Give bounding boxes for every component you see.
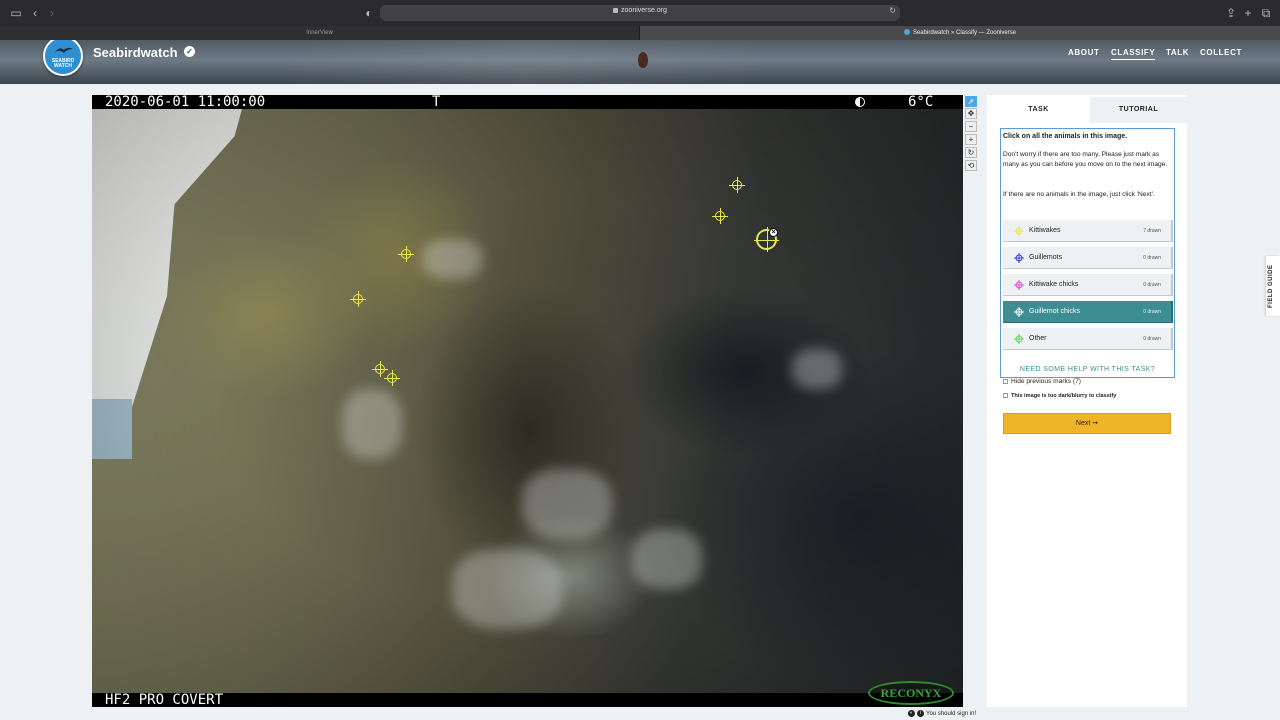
- choice-label: Guillemot chicks: [1029, 308, 1080, 315]
- choice-count: 7 drawn: [1143, 228, 1161, 234]
- camera-stamp-top: 2020-06-01 11:00:00 T 6°C: [92, 95, 963, 109]
- share-icon[interactable]: ⇪: [1224, 6, 1238, 20]
- info-icon: i: [917, 710, 924, 717]
- nav-classify[interactable]: CLASSIFY: [1111, 48, 1156, 60]
- forward-icon[interactable]: ›: [45, 6, 59, 20]
- browser-toolbar: ▭ ‹ › ◐ zooniverse.org ↻ ⇪ + ⧉: [0, 0, 1280, 26]
- other-marker-icon: [1014, 334, 1024, 344]
- reconyx-logo: RECONYX: [868, 681, 954, 705]
- task-panel: TASK TUTORIAL Click on all the animals i…: [987, 95, 1187, 707]
- task-question: Click on all the animals in this image.: [1003, 133, 1128, 140]
- tab-task[interactable]: TASK: [987, 97, 1090, 123]
- signin-note[interactable]: ◐ i You should sign in!: [908, 710, 976, 717]
- choice-guillemots[interactable]: Guillemots 0 drawn: [1003, 247, 1173, 269]
- too-dark-row[interactable]: This image is too dark/blurry to classif…: [1003, 393, 1116, 399]
- task-help-2: If there are no animals in the image, ju…: [1003, 191, 1155, 198]
- kittiwake-mark[interactable]: [729, 177, 745, 193]
- nav-talk[interactable]: TALK: [1166, 48, 1189, 57]
- reset-view-icon[interactable]: ⟲: [965, 160, 977, 171]
- zooniverse-favicon-icon: [903, 29, 910, 36]
- task-box: Click on all the animals in this image. …: [1000, 128, 1175, 378]
- too-dark-label: This image is too dark/blurry to classif…: [1011, 393, 1117, 399]
- site-header: SEABIRD WATCH Seabirdwatch ✓ ABOUT CLASS…: [0, 40, 1280, 84]
- guillemot-marker-icon: [1014, 253, 1024, 263]
- kittiwake-chick-marker-icon: [1014, 280, 1024, 290]
- reload-icon[interactable]: ↻: [889, 6, 896, 15]
- choice-count: 0 drawn: [1143, 309, 1161, 315]
- project-logo[interactable]: SEABIRD WATCH: [43, 40, 83, 76]
- sidebar-toggle-icon[interactable]: ▭: [9, 6, 23, 20]
- tab-label: InnerView: [306, 30, 333, 36]
- bird-icon: [55, 47, 73, 53]
- choice-label: Kittiwake chicks: [1029, 281, 1079, 288]
- moon-phase-icon: [855, 97, 865, 107]
- zoom-out-icon[interactable]: −: [965, 121, 977, 132]
- new-tab-icon[interactable]: +: [1241, 6, 1255, 20]
- tab-overview-icon[interactable]: ⧉: [1259, 6, 1273, 20]
- choice-kittiwakes[interactable]: Kittiwakes 7 drawn: [1003, 220, 1173, 242]
- kittiwake-mark[interactable]: [350, 291, 366, 307]
- tab-strip: InnerView Seabirdwatch » Classify — Zoon…: [0, 26, 1280, 40]
- choice-label: Kittiwakes: [1029, 227, 1061, 234]
- choice-count: 0 drawn: [1143, 282, 1161, 288]
- too-dark-checkbox[interactable]: [1003, 393, 1008, 399]
- need-help-link[interactable]: NEED SOME HELP WITH THIS TASK?: [1001, 366, 1174, 373]
- logo-text: SEABIRD WATCH: [51, 58, 75, 69]
- shield-icon[interactable]: ◐: [362, 6, 376, 20]
- trigger-letter: T: [432, 95, 441, 110]
- guillemot-chick-marker-icon: [1014, 307, 1024, 317]
- choice-label: Other: [1029, 335, 1047, 342]
- nav-about[interactable]: ABOUT: [1068, 48, 1099, 57]
- pan-tool-icon[interactable]: ✥: [965, 108, 977, 119]
- cliff-photo[interactable]: ×: [92, 109, 963, 693]
- hide-previous-marks-row[interactable]: Hide previous marks (7): [1003, 378, 1081, 385]
- kittiwake-mark[interactable]: [712, 208, 728, 224]
- back-icon[interactable]: ‹: [28, 6, 42, 20]
- next-button[interactable]: Next ➞: [1003, 413, 1171, 434]
- choice-label: Guillemots: [1029, 254, 1063, 261]
- project-title[interactable]: Seabirdwatch: [93, 45, 178, 60]
- pointer-tool-icon[interactable]: ➚: [965, 96, 977, 107]
- choice-count: 0 drawn: [1143, 255, 1161, 261]
- kittiwake-mark[interactable]: [384, 370, 400, 386]
- hide-previous-marks-checkbox[interactable]: [1003, 378, 1008, 384]
- subject-image-viewer[interactable]: × 2020-06-01 11:00:00 T 6°C HF2 PRO COVE…: [92, 95, 963, 707]
- delete-mark-icon[interactable]: ×: [769, 228, 778, 237]
- temperature: 6°C: [908, 95, 934, 110]
- rotate-icon[interactable]: ↻: [965, 147, 977, 158]
- field-guide-tab[interactable]: FIELD GUIDE: [1266, 256, 1280, 316]
- signin-text: You should sign in!: [926, 711, 977, 718]
- hide-previous-marks-label: Hide previous marks (7): [1011, 378, 1081, 385]
- task-help-1: Don't worry if there are too many. Pleas…: [1003, 151, 1168, 168]
- choice-other[interactable]: Other 0 drawn: [1003, 328, 1173, 350]
- tab-tutorial[interactable]: TUTORIAL: [1090, 97, 1187, 123]
- choice-count: 0 drawn: [1143, 336, 1161, 342]
- theme-icon: ◐: [908, 710, 915, 717]
- url-text: zooniverse.org: [621, 7, 667, 14]
- choice-guillemot-chicks[interactable]: Guillemot chicks 0 drawn: [1003, 301, 1173, 323]
- verified-check-icon: ✓: [184, 46, 195, 57]
- timestamp: 2020-06-01 11:00:00: [105, 95, 266, 110]
- field-guide-label: FIELD GUIDE: [1268, 264, 1274, 308]
- browser-tab-seabirdwatch[interactable]: Seabirdwatch » Classify — Zooniverse: [640, 26, 1280, 40]
- nav-collect[interactable]: COLLECT: [1200, 48, 1242, 57]
- kittiwake-mark[interactable]: [398, 246, 414, 262]
- tab-label: Seabirdwatch » Classify — Zooniverse: [912, 30, 1017, 36]
- browser-tab-innerview[interactable]: InnerView: [0, 26, 639, 40]
- lock-icon: [613, 7, 619, 13]
- choice-kittiwake-chicks[interactable]: Kittiwake chicks 0 drawn: [1003, 274, 1173, 296]
- header-background-bird: [638, 52, 648, 68]
- kittiwake-marker-icon: [1014, 226, 1024, 236]
- camera-stamp-bottom: HF2 PRO COVERT: [92, 693, 963, 707]
- zoom-in-icon[interactable]: +: [965, 134, 977, 145]
- address-bar[interactable]: zooniverse.org ↻: [380, 5, 900, 21]
- kittiwake-mark[interactable]: [372, 361, 388, 377]
- camera-model: HF2 PRO COVERT: [105, 692, 224, 707]
